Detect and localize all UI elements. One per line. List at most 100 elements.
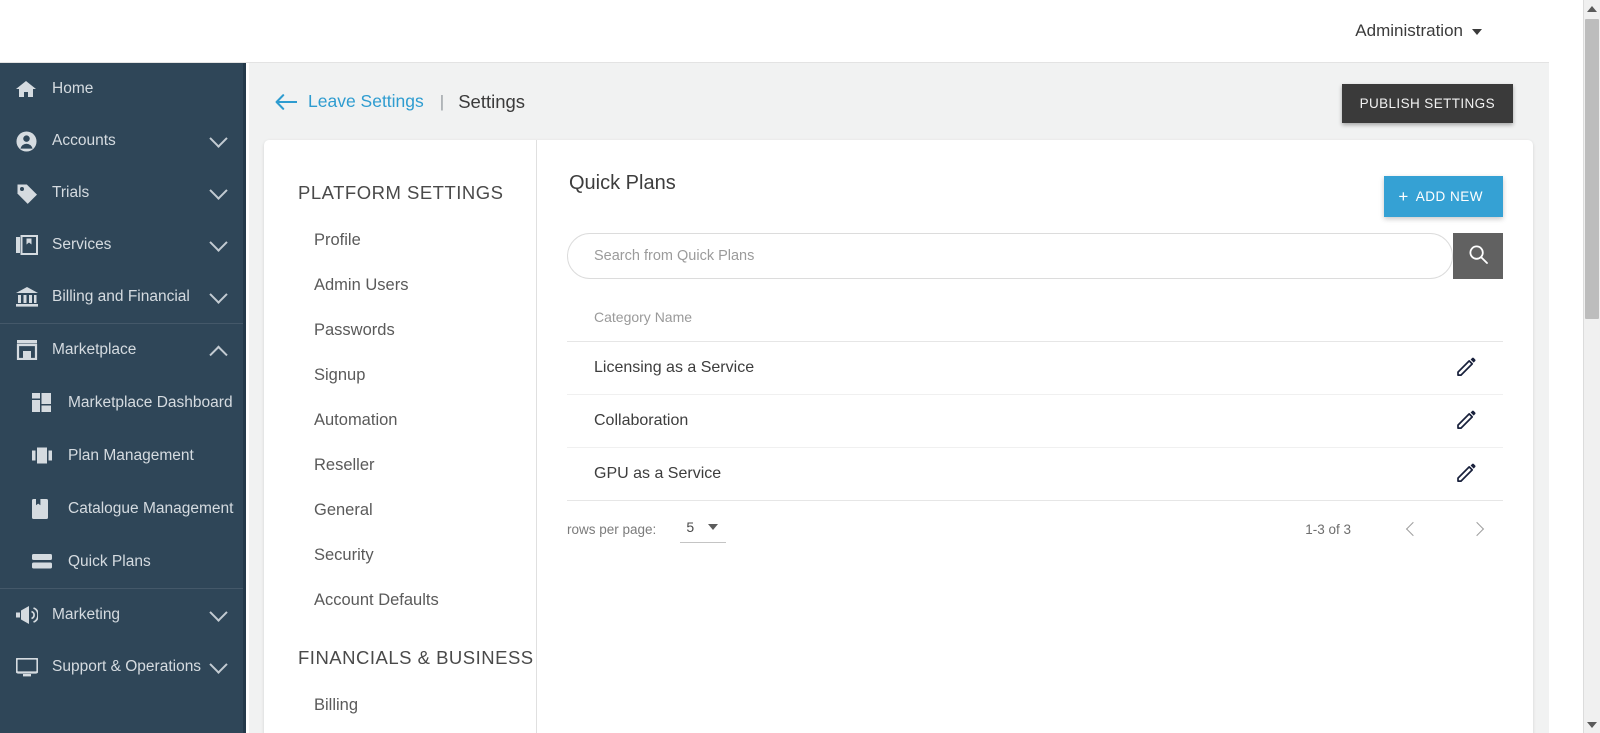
add-new-button[interactable]: + ADD NEW — [1384, 176, 1503, 217]
edit-row-button[interactable] — [1449, 351, 1483, 385]
chevron-down-icon — [209, 128, 228, 148]
sidebar-item-label: Home — [52, 80, 94, 97]
settings-nav-item-general[interactable]: General — [264, 488, 536, 533]
pencil-icon — [1455, 409, 1477, 434]
rows-per-page-select[interactable]: 5 — [680, 515, 727, 543]
sidebar-item-marketing[interactable]: Marketing — [0, 589, 243, 641]
sidebar-item-label: Billing and Financial — [52, 288, 190, 305]
chevron-up-icon — [209, 345, 228, 364]
settings-nav[interactable]: PLATFORM SETTINGS Profile Admin Users Pa… — [264, 140, 537, 733]
sidebar-item-support-and-operations[interactable]: Support & Operations — [0, 641, 243, 693]
plus-icon: + — [1398, 187, 1409, 206]
sidebar-item-label: Quick Plans — [68, 552, 151, 570]
main-sidebar[interactable]: Home Accounts Trials Services Billing an… — [0, 63, 246, 733]
settings-section-title: PLATFORM SETTINGS — [298, 182, 504, 203]
panel-title: Quick Plans — [569, 172, 676, 194]
monitor-icon — [16, 656, 42, 678]
sidebar-item-accounts[interactable]: Accounts — [0, 115, 243, 167]
search-row — [567, 233, 1503, 279]
table-cell-category-name: Licensing as a Service — [594, 359, 755, 376]
scrollbar-thumb[interactable] — [1585, 19, 1599, 319]
settings-nav-item-reseller[interactable]: Reseller — [264, 443, 536, 488]
table-row[interactable]: Collaboration — [567, 395, 1503, 448]
administration-menu[interactable]: Administration — [1355, 21, 1482, 41]
settings-nav-item-automation[interactable]: Automation — [264, 398, 536, 443]
table-header-category-name: Category Name — [567, 309, 1503, 342]
search-input[interactable] — [594, 248, 1426, 264]
settings-section-title: FINANCIALS & BUSINESS — [298, 647, 534, 668]
next-page-button[interactable] — [1455, 507, 1499, 551]
breadcrumb-bar: Leave Settings | Settings PUBLISH SETTIN… — [249, 63, 1549, 140]
bank-icon — [16, 286, 42, 308]
table-cell-category-name: GPU as a Service — [594, 465, 722, 482]
sidebar-item-label: Support & Operations — [52, 658, 202, 675]
chevron-down-icon — [209, 654, 228, 674]
sidebar-item-trials[interactable]: Trials — [0, 167, 243, 219]
quick-plans-table: Category Name Licensing as a Service Col… — [567, 309, 1503, 501]
triangle-down-icon — [1587, 721, 1597, 728]
chevron-down-icon — [209, 180, 228, 200]
search-icon — [1469, 245, 1488, 267]
sidebar-submenu-marketplace: Marketplace Dashboard Plan Management Ca… — [0, 376, 243, 588]
pagination-range: 1-3 of 3 — [1305, 521, 1351, 537]
sidebar-item-label: Plan Management — [68, 446, 194, 464]
publish-settings-button[interactable]: PUBLISH SETTINGS — [1341, 84, 1513, 123]
sidebar-item-catalogue-management[interactable]: Catalogue Management — [8, 482, 243, 535]
settings-nav-item-billing[interactable]: Billing — [264, 683, 536, 728]
rows-per-page-value: 5 — [686, 519, 695, 535]
administration-menu-label: Administration — [1355, 21, 1463, 40]
settings-card: PLATFORM SETTINGS Profile Admin Users Pa… — [264, 140, 1533, 733]
search-box[interactable] — [567, 233, 1453, 279]
breadcrumb-divider: | — [439, 91, 445, 111]
table-row[interactable]: GPU as a Service — [567, 448, 1503, 501]
sidebar-item-label: Marketplace — [52, 341, 137, 358]
chevron-down-icon — [209, 232, 228, 252]
breadcrumb-back-link[interactable]: Leave Settings — [308, 91, 424, 112]
sidebar-item-services[interactable]: Services — [0, 219, 243, 271]
edit-row-button[interactable] — [1449, 404, 1483, 438]
dashboard-grid-icon — [32, 392, 56, 414]
edit-row-button[interactable] — [1449, 457, 1483, 491]
sidebar-item-label: Services — [52, 236, 112, 253]
settings-nav-item-signup[interactable]: Signup — [264, 353, 536, 398]
sidebar-item-billing-and-financial[interactable]: Billing and Financial — [0, 271, 243, 323]
page-scrollbar[interactable] — [1583, 0, 1600, 733]
chevron-down-icon — [1472, 29, 1482, 35]
plan-cards-icon — [32, 445, 56, 467]
settings-nav-item-account-defaults[interactable]: Account Defaults — [264, 578, 536, 623]
scroll-down-button[interactable] — [1584, 716, 1600, 733]
sidebar-item-label: Trials — [52, 184, 90, 201]
sidebar-item-label: Accounts — [52, 132, 116, 149]
triangle-up-icon — [1587, 5, 1597, 12]
services-stack-icon — [16, 234, 42, 256]
sidebar-item-label: Marketing — [52, 606, 121, 623]
pencil-icon — [1455, 462, 1477, 487]
home-icon — [16, 78, 42, 100]
sidebar-item-quick-plans[interactable]: Quick Plans — [8, 535, 243, 588]
application-window: Administration Home Accounts Trials Serv… — [0, 0, 1600, 733]
scroll-up-button[interactable] — [1584, 0, 1600, 17]
quick-plans-panel: Quick Plans + ADD NEW Ca — [537, 140, 1533, 733]
chevron-down-icon — [209, 284, 228, 304]
previous-page-button[interactable] — [1391, 507, 1435, 551]
sidebar-item-home[interactable]: Home — [0, 63, 243, 115]
user-circle-icon — [16, 130, 42, 152]
book-bookmark-icon — [32, 498, 56, 520]
table-row[interactable]: Licensing as a Service — [567, 342, 1503, 395]
stacked-bars-icon — [32, 551, 56, 573]
pencil-icon — [1455, 356, 1477, 381]
rows-per-page-label: rows per page: — [567, 521, 657, 537]
store-icon — [16, 339, 42, 361]
settings-nav-item-passwords[interactable]: Passwords — [264, 308, 536, 353]
arrow-left-icon[interactable] — [275, 93, 297, 110]
sidebar-item-marketplace[interactable]: Marketplace — [0, 324, 243, 376]
megaphone-icon — [16, 604, 42, 626]
settings-nav-item-security[interactable]: Security — [264, 533, 536, 578]
search-button[interactable] — [1453, 233, 1503, 279]
sidebar-item-plan-management[interactable]: Plan Management — [8, 429, 243, 482]
sidebar-item-marketplace-dashboard[interactable]: Marketplace Dashboard — [8, 376, 243, 429]
settings-nav-item-admin-users[interactable]: Admin Users — [264, 263, 536, 308]
chevron-down-icon — [209, 602, 228, 622]
settings-nav-item-profile[interactable]: Profile — [264, 218, 536, 263]
table-cell-category-name: Collaboration — [594, 412, 689, 429]
